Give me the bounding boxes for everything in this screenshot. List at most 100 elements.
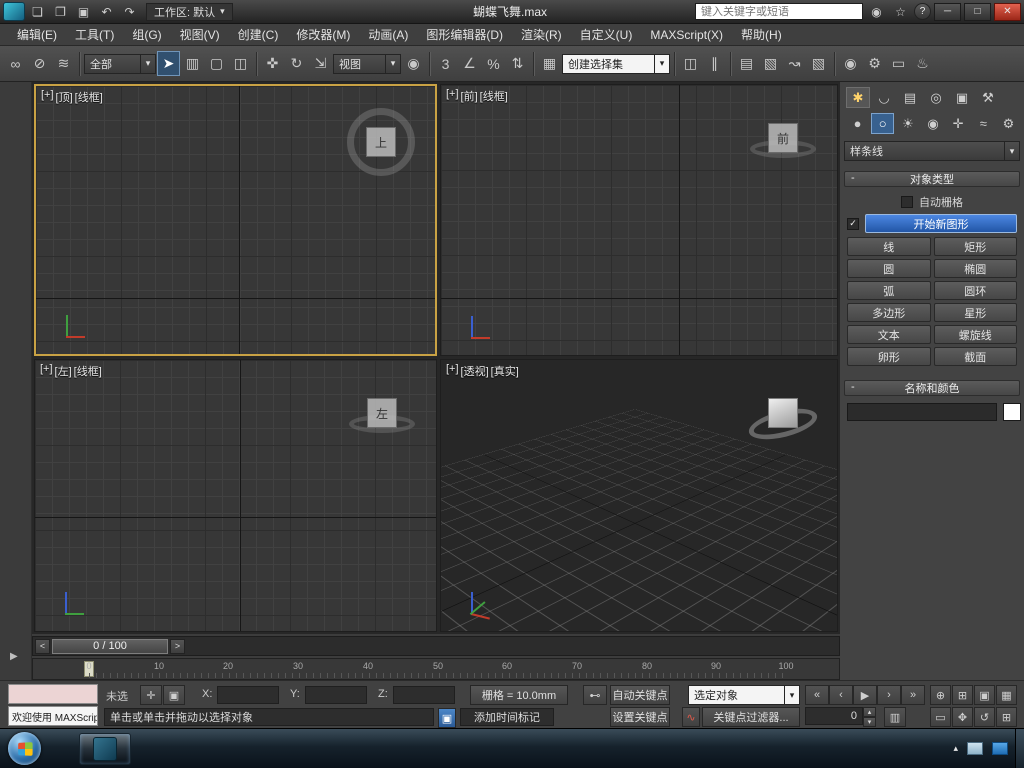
curve-editor-icon[interactable]: ↝ (783, 51, 806, 76)
select-and-link-icon[interactable]: ∞ (4, 51, 27, 76)
unlink-selection-icon[interactable]: ⊘ (28, 51, 51, 76)
start-new-shape-checkbox[interactable]: ✓ (847, 218, 859, 230)
select-and-rotate-icon[interactable]: ↻ (285, 51, 308, 76)
spinner-down-icon[interactable]: ▾ (863, 717, 876, 727)
menu-rendering[interactable]: 渲染(R) (512, 23, 571, 46)
auto-key-button[interactable]: 自动关键点 (610, 685, 670, 705)
next-frame-button[interactable]: › (877, 685, 901, 705)
spinner-snap-icon[interactable]: ⇅ (506, 51, 529, 76)
save-file-icon[interactable]: ▣ (73, 2, 94, 21)
favorites-icon[interactable]: ☆ (890, 2, 911, 21)
select-by-name-icon[interactable]: ▥ (181, 51, 204, 76)
viewport-view-button[interactable]: [顶] (56, 89, 73, 105)
viewport-left[interactable]: [+] [左] [线框] 左 (34, 359, 437, 632)
shape-button-line[interactable]: 线 (847, 237, 931, 256)
tab-motion-icon[interactable]: ◎ (924, 87, 948, 108)
zoom-extents-icon[interactable]: ▣ (974, 685, 995, 705)
region-select-icon[interactable]: ▢ (205, 51, 228, 76)
profile-icon[interactable]: ◉ (866, 2, 887, 21)
shape-button-star[interactable]: 星形 (934, 303, 1018, 322)
menu-group[interactable]: 组(G) (123, 23, 170, 46)
shape-button-donut[interactable]: 圆环 (934, 281, 1018, 300)
edit-named-selections-icon[interactable]: ▦ (538, 51, 561, 76)
selection-lock-icon[interactable]: ▣ (163, 685, 185, 705)
shape-category-dropdown[interactable]: 样条线 ▾ (844, 141, 1020, 161)
z-coordinate-field[interactable] (393, 686, 455, 704)
menu-graph-editors[interactable]: 图形编辑器(D) (417, 23, 512, 46)
maximize-button[interactable]: □ (964, 3, 991, 21)
undo-icon[interactable]: ↶ (96, 2, 117, 21)
new-file-icon[interactable]: ❏ (27, 2, 48, 21)
named-selection-set-combo[interactable]: 创建选择集 ▾ (562, 54, 670, 74)
time-spinner[interactable]: ▴ ▾ (863, 707, 876, 727)
time-slider-handle[interactable]: 0 / 100 (52, 639, 168, 654)
key-filter-curve-icon[interactable]: ∿ (682, 707, 700, 727)
open-file-icon[interactable]: ❐ (50, 2, 71, 21)
viewcube-face[interactable]: 左 (367, 398, 397, 428)
viewcube[interactable]: 上 (347, 108, 415, 176)
subtab-shapes-icon[interactable]: ○ (871, 113, 894, 134)
tab-modify-icon[interactable]: ◡ (872, 87, 896, 108)
viewport-shading-button[interactable]: [真实] (491, 363, 519, 379)
add-time-tag[interactable]: 添加时间标记 (460, 708, 554, 726)
selected-filter-dropdown[interactable]: 选定对象 ▾ (688, 685, 800, 705)
maxscript-macro-recorder[interactable] (8, 684, 98, 704)
selection-filter-dropdown[interactable]: 全部 ▾ (84, 54, 156, 74)
region-zoom-icon[interactable]: ▭ (930, 707, 951, 727)
go-to-start-button[interactable]: « (805, 685, 829, 705)
menu-create[interactable]: 创建(C) (229, 23, 288, 46)
window-crossing-icon[interactable]: ◫ (229, 51, 252, 76)
use-pivot-center-icon[interactable]: ◉ (402, 51, 425, 76)
graphite-ribbon-icon[interactable]: ▧ (759, 51, 782, 76)
mirror-icon[interactable]: ◫ (679, 51, 702, 76)
app-logo-icon[interactable] (3, 2, 25, 21)
tab-display-icon[interactable]: ▣ (950, 87, 974, 108)
menu-customize[interactable]: 自定义(U) (571, 23, 642, 46)
viewport-menu-button[interactable]: [+] (446, 363, 459, 379)
subtab-spacewarps-icon[interactable]: ≈ (972, 113, 995, 134)
viewport-view-button[interactable]: [左] (55, 363, 72, 379)
redo-icon[interactable]: ↷ (119, 2, 140, 21)
tray-expand-icon[interactable]: ▴ (953, 743, 958, 754)
viewport-shading-button[interactable]: [线框] (74, 363, 102, 379)
material-editor-icon[interactable]: ◉ (839, 51, 862, 76)
orbit-icon[interactable]: ↺ (974, 707, 995, 727)
viewcube[interactable] (749, 382, 817, 450)
shape-button-helix[interactable]: 螺旋线 (934, 325, 1018, 344)
snaps-toggle-icon[interactable]: 3 (434, 51, 457, 76)
time-step-forward-button[interactable]: > (170, 639, 185, 654)
menu-tools[interactable]: 工具(T) (66, 23, 123, 46)
play-button[interactable]: ▶ (853, 685, 877, 705)
x-coordinate-field[interactable] (217, 686, 279, 704)
show-desktop-button[interactable] (1015, 729, 1024, 768)
minimize-button[interactable]: ─ (934, 3, 961, 21)
shape-button-text[interactable]: 文本 (847, 325, 931, 344)
start-button[interactable] (8, 732, 41, 765)
viewport-front[interactable]: [+] [前] [线框] 前 (440, 84, 838, 356)
select-object-icon[interactable]: ➤ (157, 51, 180, 76)
autogrid-checkbox[interactable] (901, 196, 913, 208)
viewport-perspective[interactable]: [+] [透视] [真实] (440, 359, 838, 632)
rendered-frame-window-icon[interactable]: ▭ (887, 51, 910, 76)
shape-button-ellipse[interactable]: 椭圆 (934, 259, 1018, 278)
object-color-swatch[interactable] (1003, 403, 1021, 421)
tray-language-icon[interactable] (967, 742, 983, 755)
help-icon[interactable]: ? (914, 3, 931, 20)
shape-button-rectangle[interactable]: 矩形 (934, 237, 1018, 256)
subtab-geometry-icon[interactable]: ● (846, 113, 869, 134)
viewport-view-button[interactable]: [前] (461, 88, 478, 104)
taskbar-3dsmax-button[interactable] (79, 733, 131, 765)
shape-button-ngon[interactable]: 多边形 (847, 303, 931, 322)
subtab-helpers-icon[interactable]: ✛ (947, 113, 970, 134)
zoom-extents-all-icon[interactable]: ▦ (996, 685, 1017, 705)
prompt-help-icon[interactable]: ▣ (438, 708, 456, 728)
shape-button-section[interactable]: 截面 (934, 347, 1018, 366)
subtab-lights-icon[interactable]: ☀ (896, 113, 919, 134)
viewport-layout-tabs-button[interactable]: ▶ (10, 651, 18, 662)
subtab-cameras-icon[interactable]: ◉ (921, 113, 944, 134)
viewport-menu-button[interactable]: [+] (446, 88, 459, 104)
key-icon[interactable]: ⊷ (583, 685, 607, 705)
time-slider[interactable]: < 0 / 100 > (32, 636, 840, 656)
shape-button-arc[interactable]: 弧 (847, 281, 931, 300)
y-coordinate-field[interactable] (305, 686, 367, 704)
